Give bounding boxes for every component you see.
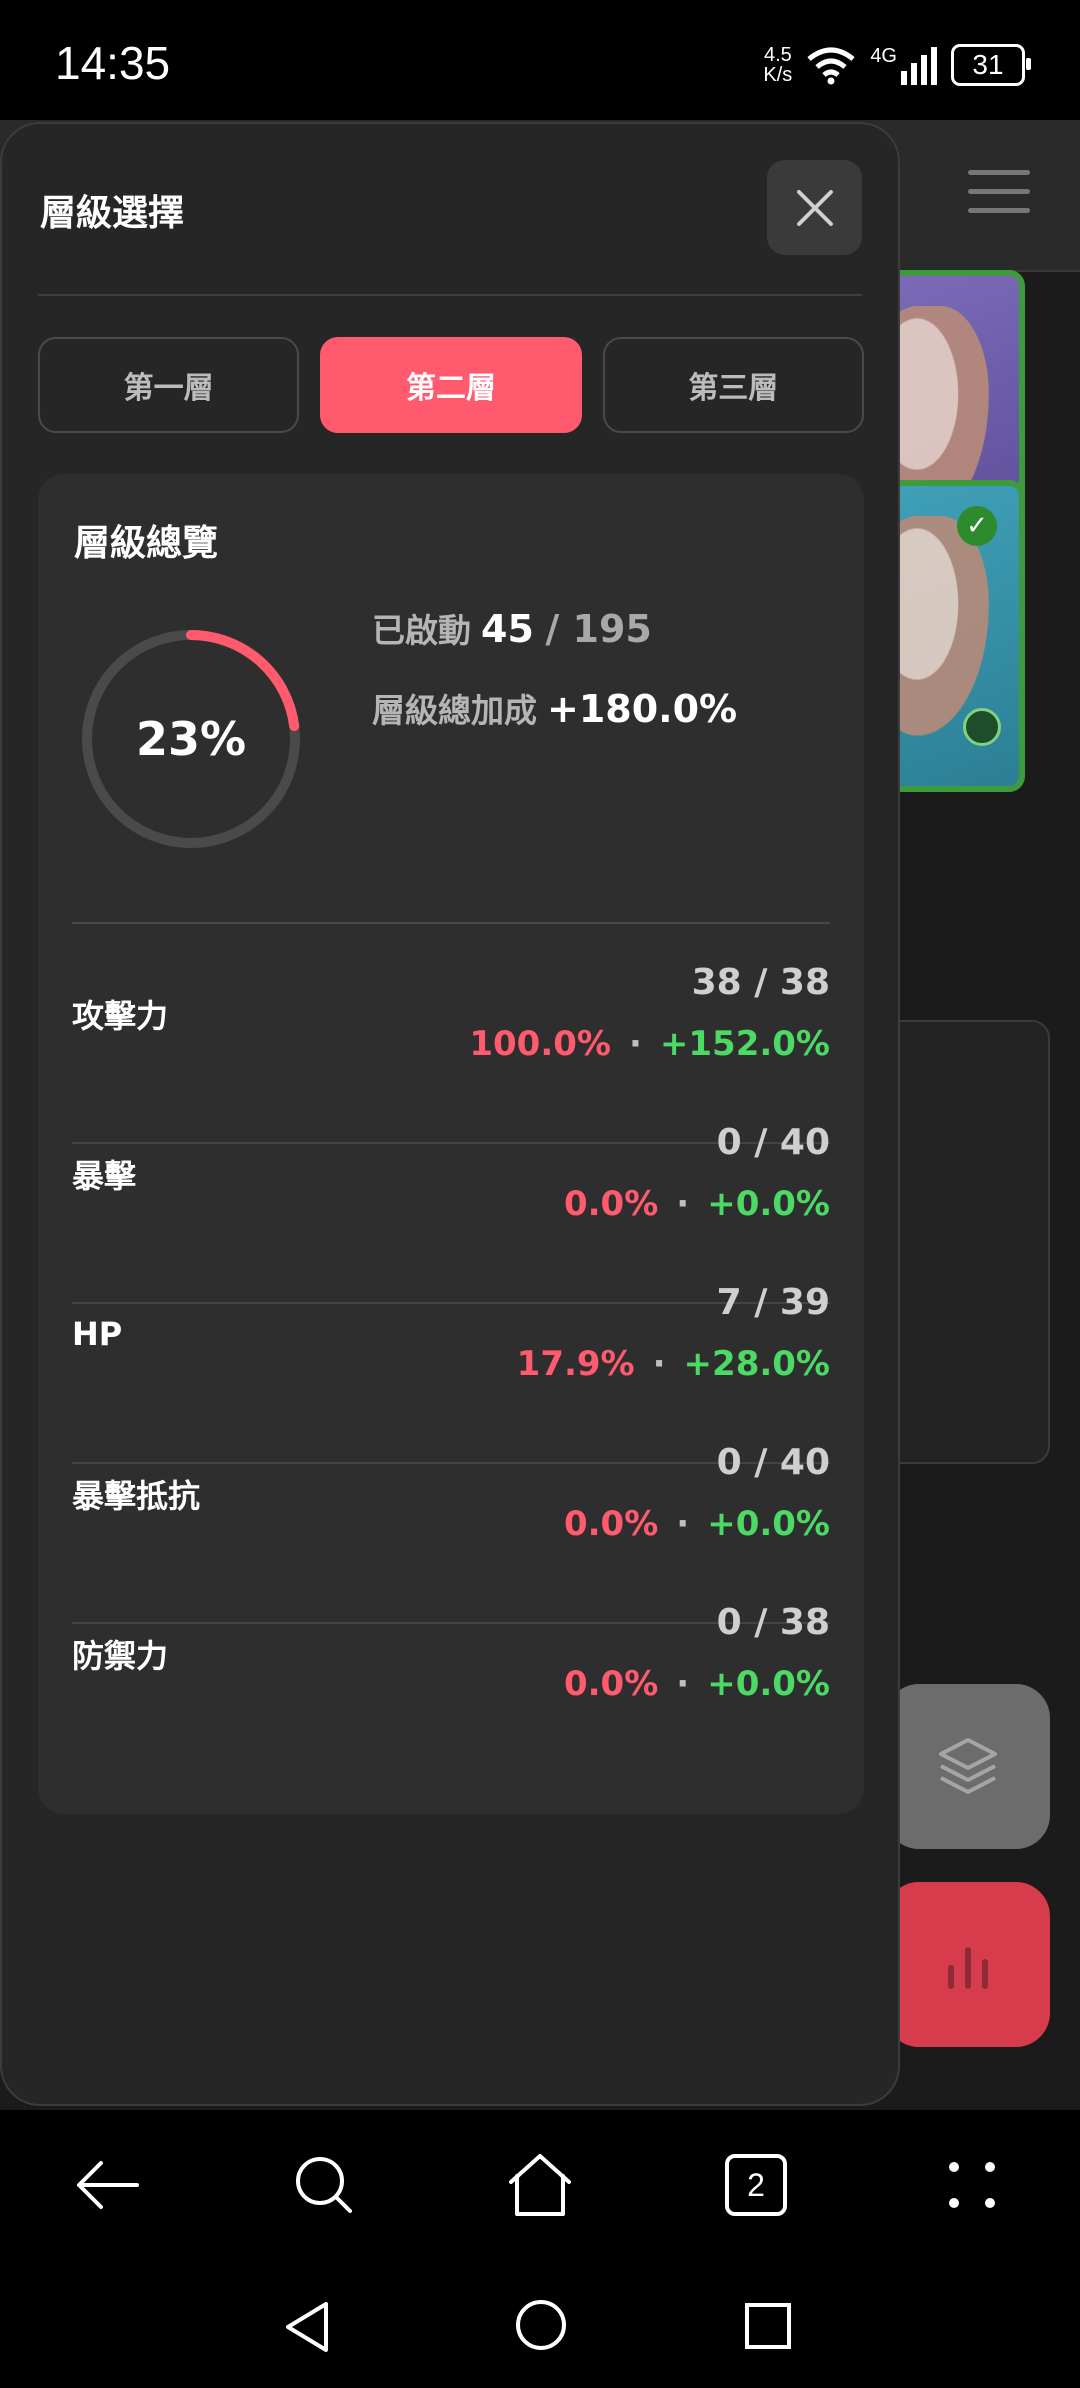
home-button[interactable] xyxy=(495,2140,585,2230)
drawer-title: 層級選擇 xyxy=(40,193,185,234)
status-icons: 4.5 K/s 4G 31 xyxy=(763,42,1031,88)
home-icon xyxy=(509,2154,571,2216)
stat-count: 0 / 40 xyxy=(716,1122,830,1163)
browser-toolbar: 2 xyxy=(0,2110,1080,2260)
close-icon xyxy=(796,189,833,226)
wifi-icon xyxy=(807,47,855,85)
back-button[interactable] xyxy=(63,2140,153,2230)
activated-count: 45 xyxy=(481,607,534,651)
character-card[interactable]: ✓ xyxy=(869,480,1025,792)
tab-count: 2 xyxy=(725,2154,787,2216)
network-type: 4G xyxy=(870,45,897,67)
menu-icon[interactable] xyxy=(968,170,1030,216)
stat-name: 暴擊抵抗 xyxy=(72,1477,201,1515)
stat-percent: 0.0% · +0.0% xyxy=(563,1184,830,1224)
layer-select-drawer: 層級選擇 第一層 第二層 第三層 層級總覽 23% 已啟動 45 / 195 層級… xyxy=(0,122,900,2106)
layer-tabs: 第一層 第二層 第三層 xyxy=(38,337,864,433)
divider xyxy=(72,922,830,924)
nav-back-icon[interactable] xyxy=(282,2300,332,2354)
total-bonus-stat: 層級總加成 +180.0% xyxy=(372,687,738,731)
bar-chart-icon xyxy=(947,1946,988,1989)
signal-bar xyxy=(931,47,937,85)
overview-title: 層級總覽 xyxy=(74,523,219,564)
stat-count: 0 / 40 xyxy=(716,1442,830,1483)
system-navigation-bar xyxy=(0,2260,1080,2388)
stat-percent: 17.9% · +28.0% xyxy=(516,1344,830,1384)
divider xyxy=(38,294,862,296)
stat-name: 攻擊力 xyxy=(72,997,169,1035)
stat-count: 7 / 39 xyxy=(716,1282,830,1323)
search-button[interactable] xyxy=(279,2140,369,2230)
tabs-button[interactable]: 2 xyxy=(711,2140,801,2230)
close-button[interactable] xyxy=(767,160,862,255)
stat-percent: 100.0% · +152.0% xyxy=(469,1024,830,1064)
arrow-left-icon xyxy=(77,2161,139,2209)
stat-count: 0 / 38 xyxy=(716,1602,830,1643)
stat-row-crit: 暴擊 0 / 40 0.0% · +0.0% xyxy=(72,1094,830,1254)
activated-stat: 已啟動 45 / 195 xyxy=(372,607,652,651)
stat-percent: 0.0% · +0.0% xyxy=(563,1664,830,1704)
layers-icon xyxy=(938,1737,997,1794)
more-icon xyxy=(949,2162,995,2208)
signal-bar xyxy=(901,71,907,85)
signal-bar xyxy=(911,63,917,85)
signal-indicator: 4G xyxy=(870,45,937,85)
total-bonus-value: +180.0% xyxy=(547,687,738,731)
stat-row-attack: 攻擊力 38 / 38 100.0% · +152.0% xyxy=(72,934,830,1094)
layer-overview-card: 層級總覽 23% 已啟動 45 / 195 層級總加成 +180.0% 攻擊力 38… xyxy=(38,474,864,1814)
background-panel xyxy=(876,1020,1050,1464)
signal-bar xyxy=(921,55,927,85)
stat-name: HP xyxy=(72,1315,123,1353)
stat-percent: 0.0% · +0.0% xyxy=(563,1504,830,1544)
tab-layer-1[interactable]: 第一層 xyxy=(38,337,300,433)
tab-layer-2[interactable]: 第二層 xyxy=(320,337,582,433)
arrow-right-icon[interactable] xyxy=(963,708,1001,746)
nav-recents-icon[interactable] xyxy=(744,2302,792,2350)
more-button[interactable] xyxy=(927,2140,1017,2230)
tab-layer-3[interactable]: 第三層 xyxy=(602,337,864,433)
status-bar: 14:35 4.5 K/s 4G 31 xyxy=(0,0,1080,120)
search-icon xyxy=(296,2157,352,2213)
stat-row-hp: HP 7 / 39 17.9% · +28.0% xyxy=(72,1254,830,1414)
stat-name: 暴擊 xyxy=(72,1157,137,1195)
stat-row-defense: 防禦力 0 / 38 0.0% · +0.0% xyxy=(72,1574,830,1734)
progress-percent: 23% xyxy=(135,712,247,766)
clock: 14:35 xyxy=(55,37,171,89)
stats-button[interactable] xyxy=(885,1882,1050,2047)
check-icon: ✓ xyxy=(957,506,997,546)
stat-name: 防禦力 xyxy=(72,1637,169,1675)
activated-total: / 195 xyxy=(545,607,652,651)
stat-count: 38 / 38 xyxy=(691,962,830,1003)
stat-row-crit-resist: 暴擊抵抗 0 / 40 0.0% · +0.0% xyxy=(72,1414,830,1574)
layers-button[interactable] xyxy=(885,1684,1050,1849)
network-speed: 4.5 K/s xyxy=(763,44,793,86)
battery-icon: 31 xyxy=(951,44,1031,86)
nav-home-icon[interactable] xyxy=(514,2298,568,2352)
